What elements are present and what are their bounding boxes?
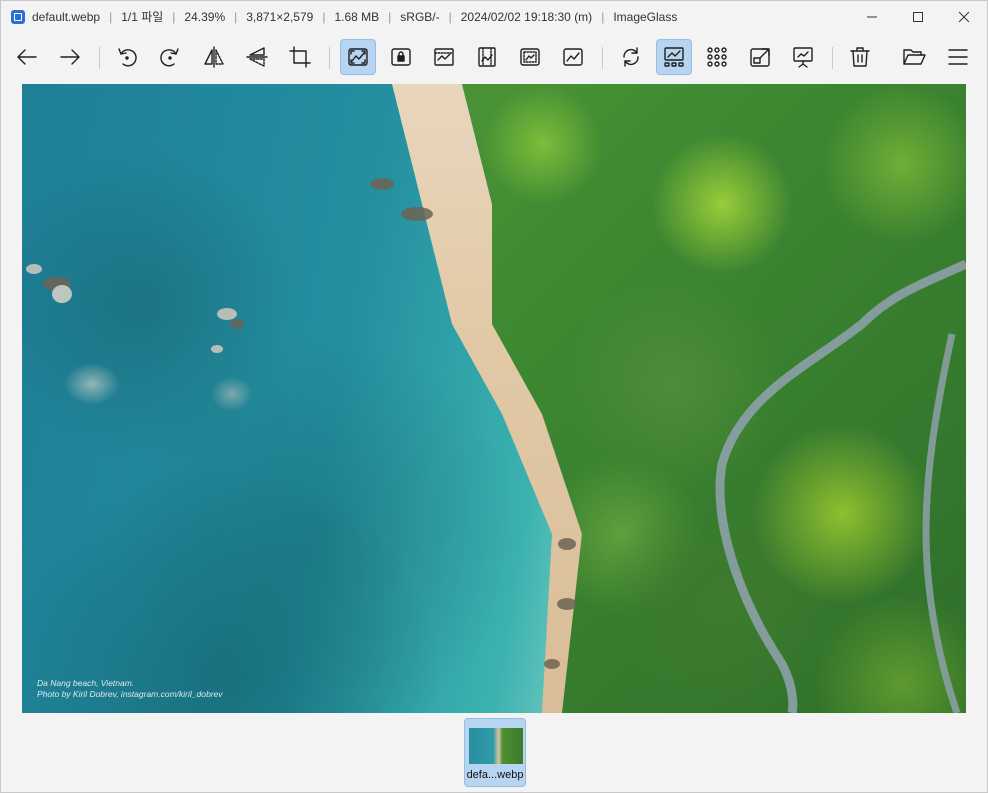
toolbar-separator <box>99 47 100 69</box>
title-separator: | <box>172 9 176 24</box>
flip-horizontal-icon <box>204 46 224 68</box>
fullscreen-icon <box>750 48 770 67</box>
gallery-icon <box>664 47 684 67</box>
auto-zoom-button[interactable] <box>340 39 376 75</box>
toolbar <box>1 35 987 79</box>
lock-zoom-button[interactable] <box>383 39 419 75</box>
title-file-count: 1/1 파일 <box>121 10 164 24</box>
open-folder-button[interactable] <box>896 39 932 75</box>
back-icon <box>17 49 37 65</box>
scale-to-fit-button[interactable] <box>512 39 548 75</box>
title-appname: ImageGlass <box>613 9 678 24</box>
thumbnail-strip: defa...webp <box>1 713 987 793</box>
title-separator: | <box>322 9 326 24</box>
title-colorspace: sRGB/- <box>400 9 440 24</box>
thumbnail-item[interactable]: defa...webp <box>464 718 526 787</box>
caption-credit: Photo by Kiril Dobrev, instagram.com/kir… <box>37 689 223 699</box>
minimize-button[interactable] <box>849 1 895 32</box>
thumbnail-grid-button[interactable] <box>699 39 735 75</box>
menu-icon <box>948 49 968 65</box>
app-icon <box>11 9 25 24</box>
scale-to-fit-icon <box>520 48 540 66</box>
minimize-icon <box>867 16 877 17</box>
rotate-right-button[interactable] <box>152 39 188 75</box>
scale-to-width-icon <box>434 48 454 66</box>
maximize-icon <box>913 11 923 22</box>
back-button[interactable] <box>9 39 45 75</box>
scale-to-fill-icon <box>563 48 583 66</box>
lock-zoom-icon <box>391 48 411 66</box>
title-filename: default.webp <box>32 9 101 24</box>
close-button[interactable] <box>941 1 987 32</box>
toolbar-separator <box>832 47 833 69</box>
imageglass-window: default.webp | 1/1 파일 | 24.39% | 3,871×2… <box>0 0 988 793</box>
menu-button[interactable] <box>940 39 976 75</box>
thumbnail-label: defa...webp <box>466 769 524 781</box>
toolbar-separator <box>602 47 603 69</box>
caption-location: Da Nang beach, Vietnam. <box>37 678 135 688</box>
photo-caption: Da Nang beach, Vietnam. Photo by Kiril D… <box>37 678 223 700</box>
delete-button[interactable] <box>842 39 878 75</box>
thumbnail-grid-icon <box>707 47 727 67</box>
scale-to-height-button[interactable] <box>469 39 505 75</box>
gallery-button[interactable] <box>656 39 692 75</box>
flip-horizontal-button[interactable] <box>196 39 232 75</box>
title-separator: | <box>448 9 452 24</box>
title-separator: | <box>109 9 113 24</box>
title-separator: | <box>601 9 605 24</box>
open-folder-icon <box>903 49 926 65</box>
delete-icon <box>850 47 870 67</box>
slideshow-button[interactable] <box>785 39 821 75</box>
crop-icon <box>289 46 311 68</box>
thumbnail-image <box>469 728 523 764</box>
image-viewer[interactable]: Da Nang beach, Vietnam. Photo by Kiril D… <box>22 84 966 713</box>
title-separator: | <box>388 9 392 24</box>
auto-zoom-icon <box>348 48 368 66</box>
toolbar-separator <box>329 47 330 69</box>
close-icon <box>958 11 970 22</box>
rotate-left-icon <box>118 48 137 67</box>
rotate-right-icon <box>160 48 179 67</box>
scale-to-fill-button[interactable] <box>555 39 591 75</box>
title-dimensions: 3,871×2,579 <box>246 9 314 24</box>
refresh-icon <box>623 47 639 67</box>
refresh-button[interactable] <box>613 39 649 75</box>
title-separator: | <box>234 9 238 24</box>
slideshow-icon <box>793 47 813 68</box>
title-datetime: 2024/02/02 19:18:30 (m) <box>460 9 593 24</box>
window-controls <box>849 1 987 32</box>
flip-vertical-icon <box>246 47 268 67</box>
fullscreen-button[interactable] <box>742 39 778 75</box>
scale-to-height-icon <box>478 47 496 67</box>
forward-icon <box>60 49 80 65</box>
title-filesize: 1.68 MB <box>334 9 380 24</box>
crop-button[interactable] <box>282 39 318 75</box>
title-zoom: 24.39% <box>184 9 226 24</box>
scale-to-width-button[interactable] <box>426 39 462 75</box>
flip-vertical-button[interactable] <box>239 39 275 75</box>
maximize-button[interactable] <box>895 1 941 32</box>
title-bar[interactable]: default.webp | 1/1 파일 | 24.39% | 3,871×2… <box>1 1 987 32</box>
forward-button[interactable] <box>52 39 88 75</box>
rotate-left-button[interactable] <box>109 39 145 75</box>
